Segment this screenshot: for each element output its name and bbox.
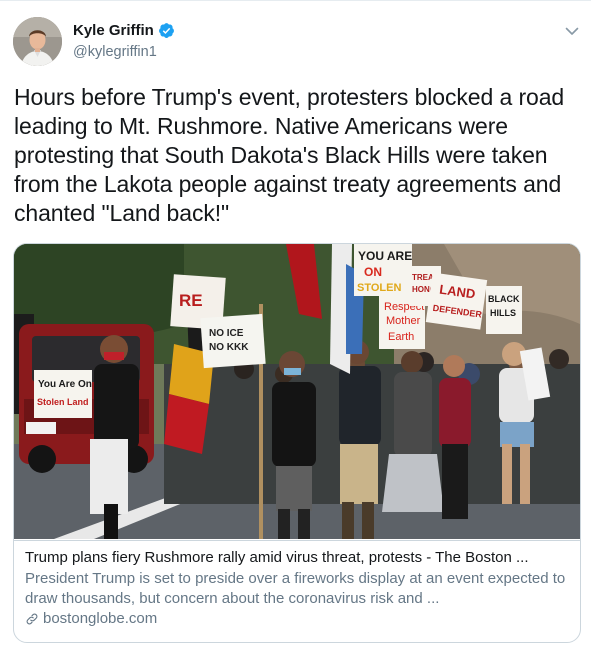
svg-text:RE: RE (179, 291, 203, 310)
author-name-row[interactable]: Kyle Griffin (73, 21, 175, 40)
tweet[interactable]: Kyle Griffin @kylegriffin1 Hours before … (0, 0, 591, 653)
sign-no-ice-line1: NO ICE (209, 328, 244, 339)
card-body[interactable]: Trump plans fiery Rushmore rally amid vi… (14, 540, 580, 642)
sign-left-line1: You Are On (38, 379, 92, 390)
sign-on: ON (364, 265, 382, 279)
sign-black-line1: BLACK (488, 294, 520, 304)
link-icon (26, 613, 38, 624)
sign-left-line2: Stolen Land (37, 397, 89, 407)
card-description: President Trump is set to preside over a… (25, 570, 566, 607)
sign-earth: Earth (388, 331, 414, 343)
author-display-name[interactable]: Kyle Griffin (73, 21, 154, 40)
avatar-image (13, 17, 62, 66)
chevron-down-icon[interactable] (564, 23, 580, 39)
link-preview-card[interactable]: RE NO ICE NO KKK YOU ARE ON STOLEN Respe… (13, 243, 581, 643)
card-title[interactable]: Trump plans fiery Rushmore rally amid vi… (25, 548, 569, 567)
sign-black-line2: HILLS (490, 308, 516, 318)
sign-mother: Mother (386, 315, 421, 327)
card-domain-text[interactable]: bostonglobe.com (43, 609, 157, 628)
sign-you-are: YOU ARE (358, 249, 412, 263)
sign-no-ice-line2: NO KKK (209, 342, 249, 353)
sign-stolen: STOLEN (357, 282, 401, 294)
tweet-text: Hours before Trump's event, protesters b… (14, 84, 565, 226)
card-domain[interactable]: bostonglobe.com (25, 609, 569, 628)
protester-red-top (439, 355, 471, 519)
author-handle[interactable]: @kylegriffin1 (73, 43, 157, 61)
avatar[interactable] (13, 17, 62, 66)
card-image[interactable]: RE NO ICE NO KKK YOU ARE ON STOLEN Respe… (14, 244, 580, 539)
verified-badge-icon (158, 23, 174, 38)
